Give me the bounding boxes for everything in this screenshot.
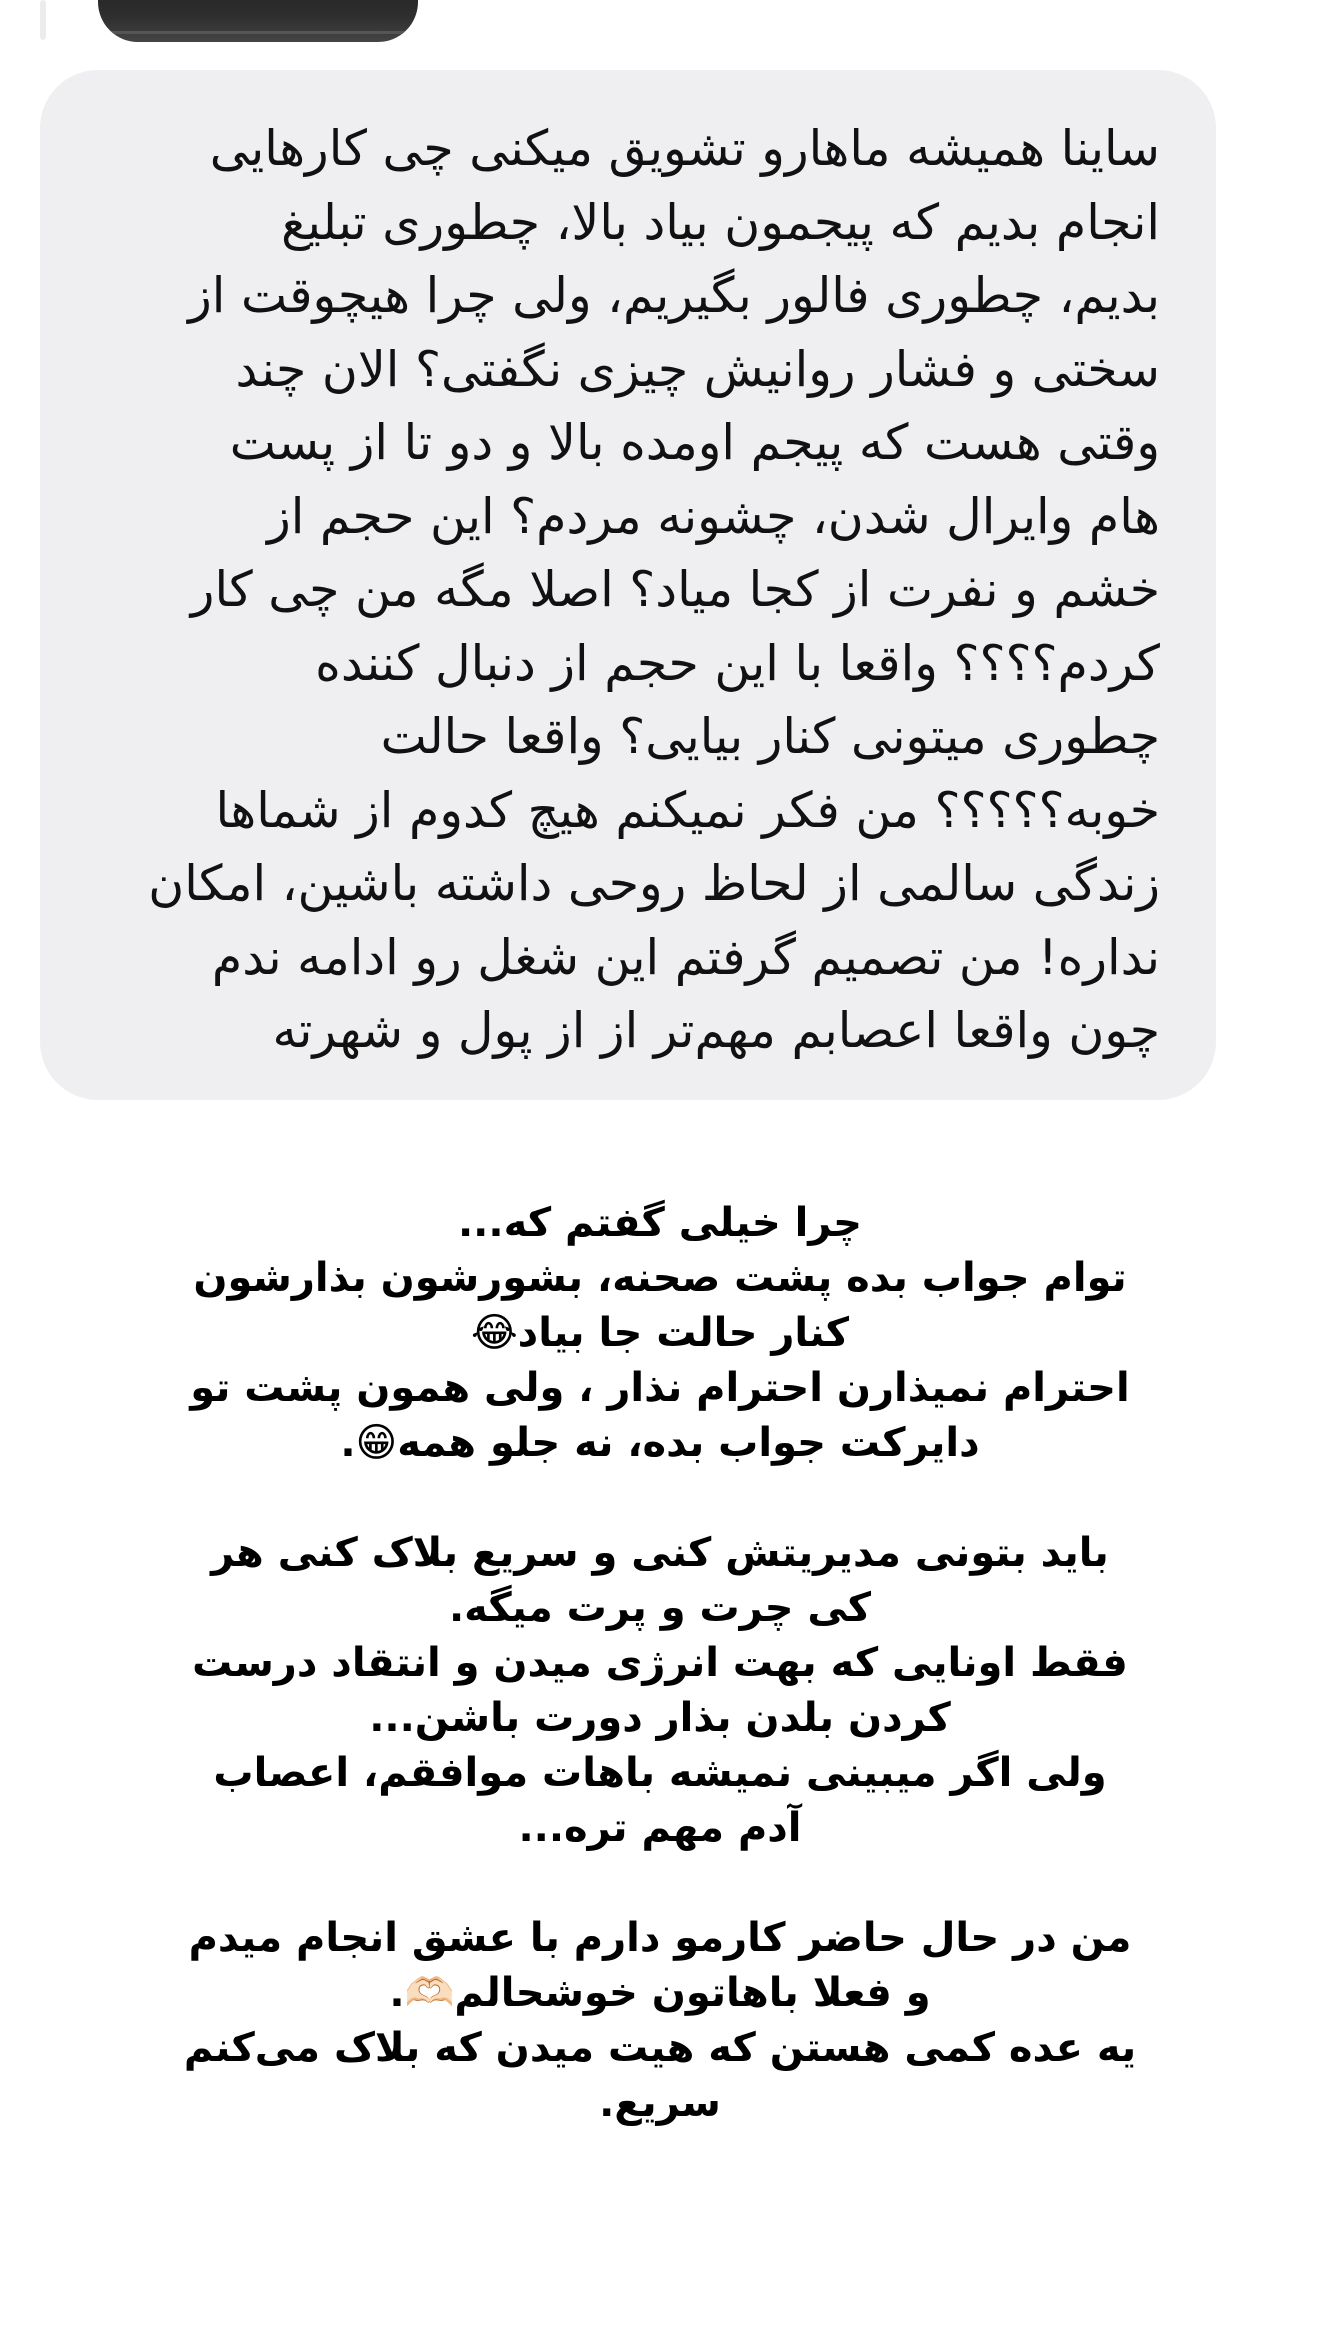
message-bubble[interactable]: ساینا همیشه ماهارو تشویق میکنی چی کارهای…: [40, 70, 1216, 1100]
reply-line: باید بتونی مدیریتش کنی و سریع بلاک کنی ه…: [211, 1530, 1109, 1576]
message-line: بدیم، چطوری فالور بگیریم، ولی چرا هیچوقت…: [188, 267, 1160, 324]
reply-text-block: چرا خیلی گفتم که... توام جواب بده پشت صح…: [160, 1196, 1160, 2131]
message-line: هام وایرال شدن، چشونه مردم؟ این حجم از: [267, 487, 1160, 545]
message-line: کردم؟؟؟؟ واقعا با این حجم از دنبال کننده: [315, 634, 1160, 692]
message-line: انجام بدیم که پیجمون بیاد بالا، چطوری تب…: [281, 193, 1160, 251]
message-line: خوبه؟؟؟؟؟ من فکر نمیکنم هیچ کدوم از شماه…: [215, 781, 1160, 839]
thread-connector-line: [40, 0, 46, 40]
reply-line: یه عده کمی هستن که هیت میدن که بلاک می‌ک…: [183, 2025, 1137, 2071]
reply-line: سریع.: [599, 2080, 721, 2126]
reply-line: احترام نمیذارن احترام نذار ، ولی همون پش…: [190, 1365, 1130, 1411]
reply-line: دایرکت جواب بده، نه جلو همه😁.: [340, 1420, 980, 1466]
reply-line: چرا خیلی گفتم که...: [457, 1200, 862, 1246]
message-text: ساینا همیشه ماهارو تشویق میکنی چی کارهای…: [80, 112, 1160, 1068]
reply-line: آدم مهم تره...: [518, 1805, 802, 1851]
reply-line: کنار حالت جا بیاد😂: [470, 1310, 850, 1356]
reply-line: فقط اونایی که بهت انرژی میدن و انتقاد در…: [192, 1640, 1128, 1686]
message-line: چون واقعا اعصابم مهم‌تر از از پول و شهرت…: [272, 1002, 1160, 1059]
reply-line: من در حال حاضر کارمو دارم با عشق انجام م…: [188, 1915, 1132, 1961]
reply-line: ولی اگر میبینی نمیشه باهات موافقم، اعصاب: [213, 1750, 1107, 1796]
reply-line: کی چرت و پرت میگه.: [448, 1585, 872, 1631]
message-line: سختی و فشار روانیش چیزی نگفتی؟ الان چند: [235, 340, 1161, 398]
message-line: ساینا همیشه ماهارو تشویق میکنی چی کارهای…: [209, 120, 1160, 177]
message-line: زندگی سالمی از لحاظ روحی داشته باشین، ام…: [148, 855, 1160, 912]
message-line: نداره! من تصمیم گرفتم این شغل رو ادامه ن…: [211, 928, 1160, 986]
reply-line: و فعلا باهاتون خوشحالم🫶🏻.: [389, 1970, 931, 2016]
message-line: چطوری میتونی کنار بیایی؟ واقعا حالت: [380, 708, 1160, 765]
message-line: خشم و نفرت از کجا میاد؟ اصلا مگه من چی ک…: [190, 561, 1160, 618]
reply-line: کردن بلدن بذار دورت باشن...: [369, 1695, 951, 1741]
message-line: وقتی هست که پیجم اومده بالا و دو تا از پ…: [229, 414, 1160, 471]
reply-line: توام جواب بده پشت صحنه، بشورشون بذارشون: [193, 1255, 1127, 1301]
previous-media-thumbnail[interactable]: [98, 0, 418, 42]
